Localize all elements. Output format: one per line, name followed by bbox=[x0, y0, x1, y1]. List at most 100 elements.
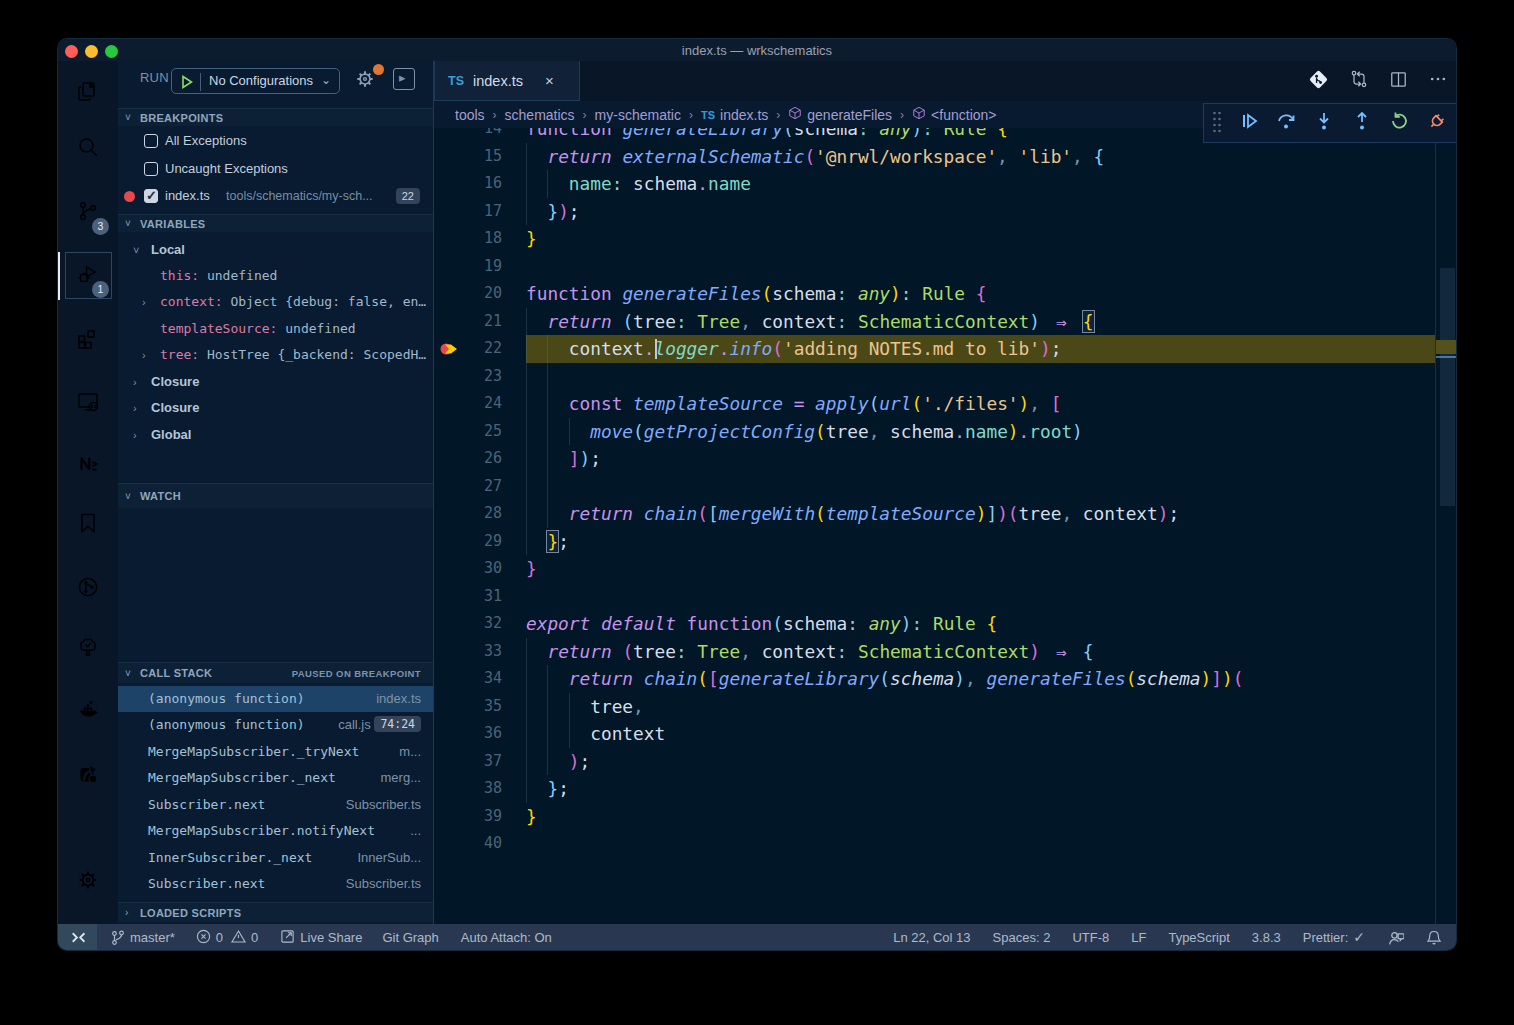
chevron-right-icon[interactable]: › bbox=[133, 422, 137, 448]
chevron-right-icon[interactable]: › bbox=[142, 342, 146, 368]
variable-row[interactable]: templateSource: undefined bbox=[118, 316, 433, 342]
variable-scope-row[interactable]: › Global bbox=[118, 422, 433, 448]
scope-label[interactable]: Closure bbox=[151, 369, 199, 395]
activity-bar-item-source-control[interactable]: 3 bbox=[58, 189, 118, 237]
problems-status[interactable]: 00 bbox=[196, 927, 258, 947]
variable-scope-row[interactable]: › Closure bbox=[118, 395, 433, 421]
breakpoint-row[interactable]: index.tstools/schematics/my-sch...22 bbox=[118, 183, 433, 209]
more-actions-button[interactable] bbox=[1428, 69, 1448, 93]
breakpoint-label[interactable]: Uncaught Exceptions bbox=[165, 156, 288, 182]
section-header-variables[interactable]: ˅VARIABLES bbox=[118, 214, 433, 232]
debug-settings-gear[interactable] bbox=[354, 68, 380, 94]
debug-configuration-dropdown[interactable]: No Configurations⌄ bbox=[171, 68, 340, 94]
git-branch-status[interactable]: master* bbox=[109, 927, 175, 948]
indentation-status[interactable]: Spaces: 2 bbox=[993, 930, 1051, 945]
breadcrumb-item[interactable]: tools bbox=[455, 107, 485, 123]
close-tab-icon[interactable]: × bbox=[545, 72, 554, 89]
variable-entry[interactable]: tree: HostTree {_backend: ScopedH… bbox=[160, 342, 426, 368]
code-token: default bbox=[601, 613, 676, 634]
callstack-frame[interactable]: MergeMapSubscriber.notifyNext... bbox=[118, 818, 433, 845]
remote-indicator[interactable] bbox=[58, 924, 97, 950]
chevron-right-icon[interactable]: › bbox=[133, 395, 137, 421]
callstack-frame[interactable]: InnerSubscriber._nextInnerSub... bbox=[118, 845, 433, 872]
activity-bar-item-project-manager[interactable] bbox=[58, 751, 118, 799]
tab-index-ts[interactable]: TS index.ts × bbox=[434, 61, 580, 101]
section-header-breakpoints[interactable]: ˅BREAKPOINTS bbox=[118, 108, 433, 126]
breadcrumb-item[interactable]: schematics bbox=[505, 107, 575, 123]
scope-label[interactable]: Closure bbox=[151, 395, 199, 421]
activity-bar-item-manage[interactable] bbox=[58, 858, 118, 906]
breadcrumb-item[interactable]: <function> bbox=[912, 106, 996, 123]
check-icon: ✓ bbox=[1353, 929, 1365, 945]
title-bar[interactable]: index.ts — wrkschematics bbox=[58, 39, 1456, 61]
open-changes-button[interactable] bbox=[1349, 69, 1369, 93]
step-out-button[interactable] bbox=[1343, 103, 1381, 143]
variable-scope-row[interactable]: › Closure bbox=[118, 369, 433, 395]
continue-button[interactable] bbox=[1230, 103, 1268, 143]
variable-row[interactable]: › tree: HostTree {_backend: ScopedH… bbox=[118, 342, 433, 368]
section-header-loaded-scripts[interactable]: ›LOADED SCRIPTS bbox=[118, 902, 433, 923]
breakpoint-label[interactable]: All Exceptions bbox=[165, 128, 247, 154]
callstack-frame[interactable]: MergeMapSubscriber._nextmerg... bbox=[118, 765, 433, 792]
chevron-right-icon[interactable]: › bbox=[142, 289, 146, 315]
breakpoint-row[interactable]: Uncaught Exceptions bbox=[118, 156, 433, 182]
section-header-watch[interactable]: ˅WATCH bbox=[118, 483, 433, 508]
breakpoint-label[interactable]: index.ts bbox=[165, 183, 210, 209]
breakpoint-checkbox[interactable] bbox=[144, 134, 158, 148]
scope-label[interactable]: Local bbox=[151, 237, 185, 263]
breadcrumb-item[interactable]: my-schematic bbox=[595, 107, 681, 123]
scope-label[interactable]: Global bbox=[151, 422, 191, 448]
disconnect-button[interactable] bbox=[1418, 103, 1456, 143]
breakpoint-checkbox[interactable] bbox=[144, 189, 158, 203]
start-debugging-icon[interactable] bbox=[179, 74, 195, 94]
variable-entry[interactable]: templateSource: undefined bbox=[160, 316, 356, 342]
ts-version-status[interactable]: 3.8.3 bbox=[1252, 930, 1281, 945]
activity-bar-item-docker[interactable] bbox=[58, 687, 118, 735]
git-graph-status[interactable]: Git Graph bbox=[382, 930, 438, 945]
editor-scrollbar[interactable] bbox=[1440, 268, 1455, 506]
step-over-button[interactable] bbox=[1268, 103, 1306, 143]
activity-bar-item-extensions[interactable] bbox=[58, 316, 118, 364]
breadcrumb-item[interactable]: generateFiles bbox=[788, 106, 892, 123]
activity-bar-item-todo-tree[interactable] bbox=[58, 625, 118, 673]
variable-entry[interactable]: this: undefined bbox=[160, 263, 277, 289]
step-into-button[interactable] bbox=[1305, 103, 1343, 143]
encoding-status[interactable]: UTF-8 bbox=[1072, 930, 1109, 945]
code-editor[interactable]: 14function generateLibrary(schema: any):… bbox=[434, 128, 1456, 924]
callstack-frame[interactable]: Subscriber.nextSubscriber.ts bbox=[118, 792, 433, 819]
callstack-frame[interactable]: MergeMapSubscriber._tryNextm... bbox=[118, 739, 433, 766]
auto-attach-status[interactable]: Auto Attach: On bbox=[461, 930, 552, 945]
open-on-git-button[interactable] bbox=[1308, 69, 1329, 94]
activity-bar-item-explorer[interactable] bbox=[58, 70, 118, 118]
toolbar-drag-grip[interactable] bbox=[1204, 103, 1230, 143]
breakpoint-checkbox[interactable] bbox=[144, 162, 158, 176]
breadcrumb-item[interactable]: TSindex.ts bbox=[701, 107, 768, 123]
variable-entry[interactable]: context: Object {debug: false, en… bbox=[160, 289, 426, 315]
section-header-call-stack[interactable]: ˅CALL STACKPAUSED ON BREAKPOINT bbox=[118, 662, 433, 683]
prettier-status[interactable]: Prettier:✓ bbox=[1303, 929, 1365, 945]
activity-bar-item-nx-console[interactable] bbox=[58, 441, 118, 489]
notifications-status[interactable] bbox=[1426, 926, 1442, 948]
config-dropdown-value[interactable]: No Configurations bbox=[209, 73, 313, 88]
cursor-position-status[interactable]: Ln 22, Col 13 bbox=[893, 930, 970, 945]
activity-bar-item-git-graph[interactable] bbox=[58, 565, 118, 613]
eol-status[interactable]: LF bbox=[1131, 930, 1146, 945]
activity-bar-item-remote-explorer[interactable] bbox=[58, 380, 118, 428]
restart-button[interactable] bbox=[1381, 103, 1419, 143]
chevron-down-icon[interactable]: ˅ bbox=[133, 237, 139, 263]
feedback-status[interactable] bbox=[1387, 926, 1404, 949]
variable-row[interactable]: this: undefined bbox=[118, 263, 433, 289]
chevron-right-icon[interactable]: › bbox=[133, 369, 137, 395]
variable-row[interactable]: › context: Object {debug: false, en… bbox=[118, 289, 433, 315]
language-status[interactable]: TypeScript bbox=[1168, 930, 1229, 945]
variable-scope-row[interactable]: ˅ Local bbox=[118, 237, 433, 263]
open-debug-console-button[interactable]: ▸ bbox=[393, 68, 415, 90]
activity-bar-item-search[interactable] bbox=[58, 125, 118, 173]
callstack-frame[interactable]: (anonymous function)call.js 74:24 bbox=[118, 712, 433, 739]
live-share-status[interactable]: Live Share bbox=[280, 927, 362, 947]
callstack-frame[interactable]: (anonymous function)index.ts bbox=[118, 686, 433, 713]
activity-bar-item-bookmarks[interactable] bbox=[58, 501, 118, 549]
split-editor-button[interactable] bbox=[1389, 70, 1408, 93]
callstack-frame[interactable]: Subscriber.nextSubscriber.ts bbox=[118, 871, 433, 898]
breakpoint-row[interactable]: All Exceptions bbox=[118, 128, 433, 154]
